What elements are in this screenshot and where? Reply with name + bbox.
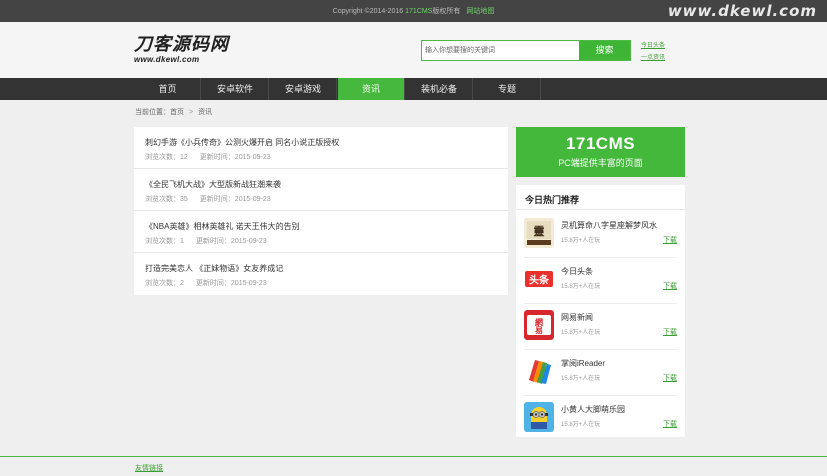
app-players: 15.8万+人在玩 (561, 284, 601, 290)
article-meta: 浏览次数：12 更新时间：2015-09-23 (145, 152, 271, 162)
article-time: 更新时间：2015-09-23 (195, 238, 267, 245)
svg-text:靈: 靈 (534, 225, 545, 238)
article-meta: 浏览次数：35 更新时间：2015-09-23 (145, 194, 271, 204)
app-players: 15.8万+人在玩 (561, 422, 601, 428)
breadcrumb-home[interactable]: 首页 (170, 109, 184, 116)
copyright-text: Copyright ©2014-2016 (332, 8, 406, 15)
app-players: 15.8万+人在玩 (561, 376, 601, 382)
header-link-toutiao[interactable]: 今日头条 (641, 40, 665, 52)
search-button[interactable]: 搜索 (579, 41, 630, 60)
app-players: 15.8万+人在玩 (561, 238, 601, 244)
breadcrumb-label: 当前位置： (135, 109, 170, 116)
rights-text: 版权所有 (432, 8, 461, 15)
article-title[interactable]: 打造完美恋人 《正妹物语》女友养成记 (145, 263, 283, 274)
ireader-app-icon[interactable] (524, 356, 554, 386)
nav-android-games[interactable]: 安卓游戏 (270, 78, 337, 100)
article-time: 更新时间：2015-09-23 (195, 280, 267, 287)
banner-subtitle: PC端提供丰富的页面 (558, 158, 643, 168)
site-logo[interactable]: 刀客源码网 www.dkewl.com (134, 34, 229, 65)
fortune-app-icon[interactable]: 靈 (524, 218, 554, 248)
brand-text: 171CMS (405, 8, 433, 15)
nav-essentials[interactable]: 装机必备 (406, 78, 473, 100)
app-name[interactable]: 灵机算命八字星座解梦风水 (561, 220, 657, 231)
article-title[interactable]: 《全民飞机大战》大型版新战狂潮来袭 (145, 179, 281, 190)
list-item[interactable]: 刺幻手游《小兵传奇》公测火爆开启 同名小说正版授权 浏览次数：12 更新时间：20… (134, 127, 508, 169)
svg-text:易: 易 (535, 326, 543, 335)
article-time: 更新时间：2015-09-23 (199, 154, 271, 161)
list-item[interactable]: 打造完美恋人 《正妹物语》女友养成记 浏览次数：2 更新时间：2015-09-23 (134, 253, 508, 295)
app-item[interactable]: 小黄人大脚萌乐园 15.8万+人在玩 下载 (516, 396, 685, 442)
breadcrumb-separator: > (189, 109, 194, 116)
sitemap-link[interactable]: 网站地图 (466, 8, 494, 15)
footer-divider (0, 456, 827, 457)
article-views: 浏览次数：2 (145, 280, 184, 287)
list-item[interactable]: 《NBA英雄》相林英雄礼 诺天王伟大的告别 浏览次数：1 更新时间：2015-09… (134, 211, 508, 253)
watermark: www.dkewl.com (667, 2, 817, 20)
toutiao-app-icon[interactable]: 头条 (524, 264, 554, 294)
article-views: 浏览次数：12 (145, 154, 188, 161)
hot-recommend-panel: 今日热门推荐 靈 灵机算命八字星座解梦风水 15.8万+人在玩 下载 头条 今日… (516, 185, 685, 437)
header-links: 今日头条 一点资讯 (641, 40, 665, 64)
download-link[interactable]: 下载 (663, 235, 677, 245)
download-link[interactable]: 下载 (663, 281, 677, 291)
logo-en: www.dkewl.com (134, 55, 200, 64)
article-title[interactable]: 《NBA英雄》相林英雄礼 诺天王伟大的告别 (145, 221, 300, 232)
friend-links-label[interactable]: 友情链接 (135, 463, 163, 473)
article-meta: 浏览次数：2 更新时间：2015-09-23 (145, 278, 267, 288)
search-box: 输入你想要搜的关键词 搜索 (421, 40, 631, 61)
breadcrumb-current[interactable]: 资讯 (198, 109, 212, 116)
app-item[interactable]: 头条 今日头条 15.8万+人在玩 下载 (516, 258, 685, 304)
header-link-yidian[interactable]: 一点资讯 (641, 52, 665, 64)
nav-news[interactable]: 资讯 (338, 78, 405, 100)
article-list: 刺幻手游《小兵传奇》公测火爆开启 同名小说正版授权 浏览次数：12 更新时间：20… (134, 127, 508, 295)
banner-title: 171CMS (565, 134, 636, 153)
app-name[interactable]: 小黄人大脚萌乐园 (561, 404, 625, 415)
svg-text:头条: 头条 (529, 274, 550, 287)
main-nav: 首页 安卓软件 安卓游戏 资讯 装机必备 专题 (0, 78, 827, 100)
nav-topics[interactable]: 专题 (474, 78, 541, 100)
promo-banner[interactable]: 171CMS PC端提供丰富的页面 (516, 127, 685, 177)
minion-app-icon[interactable] (524, 402, 554, 432)
app-name[interactable]: 网易新闻 (561, 312, 593, 323)
download-link[interactable]: 下载 (663, 327, 677, 337)
app-name[interactable]: 今日头条 (561, 266, 593, 277)
search-input[interactable]: 输入你想要搜的关键词 (425, 41, 575, 60)
hot-title: 今日热门推荐 (525, 195, 580, 205)
breadcrumb: 当前位置：首页 > 资讯 (135, 107, 212, 117)
article-meta: 浏览次数：1 更新时间：2015-09-23 (145, 236, 267, 246)
article-time: 更新时间：2015-09-23 (199, 196, 271, 203)
app-item[interactable]: 掌阅iReader 15.8万+人在玩 下载 (516, 350, 685, 396)
header: 刀客源码网 www.dkewl.com 输入你想要搜的关键词 搜索 今日头条 一… (0, 22, 827, 78)
logo-cn: 刀客源码网 (134, 34, 229, 55)
app-name[interactable]: 掌阅iReader (561, 358, 605, 369)
download-link[interactable]: 下载 (663, 373, 677, 383)
list-item[interactable]: 《全民飞机大战》大型版新战狂潮来袭 浏览次数：35 更新时间：2015-09-23 (134, 169, 508, 211)
nav-home[interactable]: 首页 (135, 78, 201, 100)
app-item[interactable]: 網易 网易新闻 15.8万+人在玩 下载 (516, 304, 685, 350)
netease-news-app-icon[interactable]: 網易 (524, 310, 554, 340)
divider (516, 209, 685, 210)
app-item[interactable]: 靈 灵机算命八字星座解梦风水 15.8万+人在玩 下载 (516, 212, 685, 258)
article-views: 浏览次数：1 (145, 238, 184, 245)
article-title[interactable]: 刺幻手游《小兵传奇》公测火爆开启 同名小说正版授权 (145, 137, 339, 148)
nav-android-software[interactable]: 安卓软件 (202, 78, 269, 100)
download-link[interactable]: 下载 (663, 419, 677, 429)
app-players: 15.8万+人在玩 (561, 330, 601, 336)
article-views: 浏览次数：35 (145, 196, 188, 203)
